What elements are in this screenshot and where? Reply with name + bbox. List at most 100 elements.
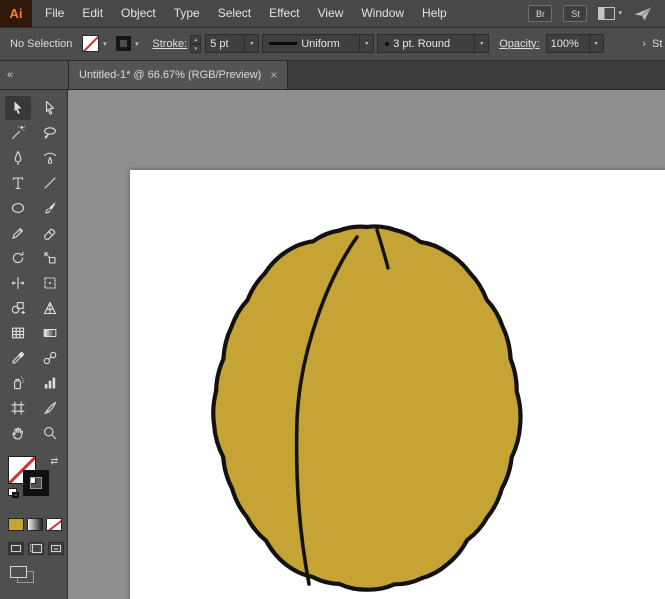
more-options-button[interactable]: › (636, 38, 652, 50)
rotate-tool[interactable] (5, 246, 31, 270)
workspace-switcher[interactable]: ▾ (598, 7, 622, 20)
pencil-tool-icon (10, 225, 26, 241)
stroke-weight-select[interactable]: 5 pt ▾ (205, 34, 259, 53)
draw-inside-button[interactable] (48, 542, 64, 555)
default-fill-stroke-icon[interactable] (8, 488, 21, 499)
chevron-down-icon[interactable]: ▾ (589, 35, 603, 52)
width-profile-select[interactable]: Uniform ▾ (262, 34, 374, 53)
mesh-tool[interactable] (5, 321, 31, 345)
menu-object[interactable]: Object (112, 0, 165, 27)
column-graph-tool[interactable] (37, 371, 63, 395)
uniform-profile-icon (269, 42, 297, 45)
color-type-row (8, 518, 62, 531)
stroke-swatch-black[interactable] (23, 470, 49, 496)
menu-window[interactable]: Window (352, 0, 413, 27)
workspace-icon (598, 7, 615, 20)
stepper-down-icon[interactable]: ▾ (190, 44, 201, 53)
draw-behind-button[interactable] (28, 542, 44, 555)
scale-tool-icon (42, 250, 58, 266)
rotate-tool-icon (10, 250, 26, 266)
stroke-weight-value: 5 pt (206, 38, 244, 50)
menu-help[interactable]: Help (413, 0, 456, 27)
zoom-tool[interactable] (37, 421, 63, 445)
menu-select[interactable]: Select (209, 0, 260, 27)
brush-value: 3 pt. Round (389, 38, 474, 50)
direct-selection-tool[interactable] (37, 96, 63, 120)
control-bar: No Selection ▾ ▾ Stroke: ▴ ▾ 5 pt ▾ Unif… (0, 27, 665, 61)
coconut-body[interactable] (213, 226, 520, 589)
free-transform-tool[interactable] (37, 271, 63, 295)
eyedropper-tool-icon (10, 350, 26, 366)
fill-chevron-icon[interactable]: ▾ (99, 40, 110, 48)
stroke-color-swatch[interactable] (116, 36, 131, 51)
canvas-area[interactable] (69, 91, 665, 599)
gradient-button[interactable] (27, 518, 43, 531)
artboard[interactable] (130, 170, 665, 599)
stroke-weight-stepper[interactable]: ▴ ▾ (190, 35, 201, 53)
coconut-artwork (130, 170, 665, 599)
hand-tool[interactable] (5, 421, 31, 445)
chevron-down-icon[interactable]: ▾ (474, 35, 488, 52)
none-button[interactable] (46, 518, 62, 531)
slice-tool[interactable] (37, 396, 63, 420)
gradient-tool-icon (42, 325, 58, 341)
screen-mode-button[interactable] (10, 566, 34, 583)
style-label: St (652, 38, 665, 50)
menu-view[interactable]: View (309, 0, 353, 27)
shape-builder-tool-icon (10, 300, 26, 316)
artboard-tool-icon (10, 400, 26, 416)
toolbar-collapse-button[interactable]: « (0, 61, 68, 89)
brush-select[interactable]: 3 pt. Round ▾ (377, 34, 489, 53)
color-button[interactable] (8, 518, 24, 531)
hand-tool-icon (10, 425, 26, 441)
fill-color-swatch[interactable] (82, 35, 99, 52)
scale-tool[interactable] (37, 246, 63, 270)
width-tool[interactable] (5, 271, 31, 295)
eyedropper-tool[interactable] (5, 346, 31, 370)
ellipse-tool[interactable] (5, 196, 31, 220)
line-segment-tool[interactable] (37, 171, 63, 195)
blend-tool[interactable] (37, 346, 63, 370)
mesh-tool-icon (10, 325, 26, 341)
opacity-select[interactable]: 100% ▾ (546, 34, 604, 53)
stroke-chevron-icon[interactable]: ▾ (131, 40, 142, 48)
magic-wand-tool-icon (10, 125, 26, 141)
gradient-tool[interactable] (37, 321, 63, 345)
curvature-tool[interactable] (37, 146, 63, 170)
stepper-up-icon[interactable]: ▴ (190, 35, 201, 44)
menubar: Ai FileEditObjectTypeSelectEffectViewWin… (0, 0, 665, 28)
opacity-value: 100% (547, 38, 589, 50)
menu-edit[interactable]: Edit (73, 0, 112, 27)
type-tool[interactable] (5, 171, 31, 195)
paintbrush-tool[interactable] (37, 196, 63, 220)
draw-normal-button[interactable] (8, 542, 24, 555)
close-icon[interactable]: × (270, 69, 277, 81)
selection-tool-icon (10, 100, 26, 116)
lasso-tool[interactable] (37, 121, 63, 145)
drawing-modes (8, 542, 64, 555)
eraser-tool[interactable] (37, 221, 63, 245)
opacity-panel-link[interactable]: Opacity: (499, 38, 539, 50)
menu-file[interactable]: File (36, 0, 73, 27)
share-icon[interactable] (633, 6, 653, 22)
menu-effect[interactable]: Effect (260, 0, 308, 27)
menubar-items: FileEditObjectTypeSelectEffectViewWindow… (36, 0, 456, 27)
menu-type[interactable]: Type (165, 0, 209, 27)
shape-builder-tool[interactable] (5, 296, 31, 320)
perspective-grid-tool[interactable] (37, 296, 63, 320)
magic-wand-tool[interactable] (5, 121, 31, 145)
symbol-sprayer-tool[interactable] (5, 371, 31, 395)
bridge-button[interactable]: Br (528, 5, 552, 22)
chevron-down-icon[interactable]: ▾ (359, 35, 373, 52)
pen-tool[interactable] (5, 146, 31, 170)
artboard-tool[interactable] (5, 396, 31, 420)
document-tab[interactable]: Untitled-1* @ 66.67% (RGB/Preview) × (68, 61, 288, 89)
stroke-panel-link[interactable]: Stroke: (152, 38, 187, 50)
chevron-down-icon[interactable]: ▾ (244, 35, 258, 52)
swap-fill-stroke-icon[interactable]: ⇄ (50, 456, 58, 467)
selection-tool[interactable] (5, 96, 31, 120)
pencil-tool[interactable] (5, 221, 31, 245)
free-transform-tool-icon (42, 275, 58, 291)
direct-selection-tool-icon (42, 100, 58, 116)
stock-button[interactable]: St (563, 5, 587, 22)
